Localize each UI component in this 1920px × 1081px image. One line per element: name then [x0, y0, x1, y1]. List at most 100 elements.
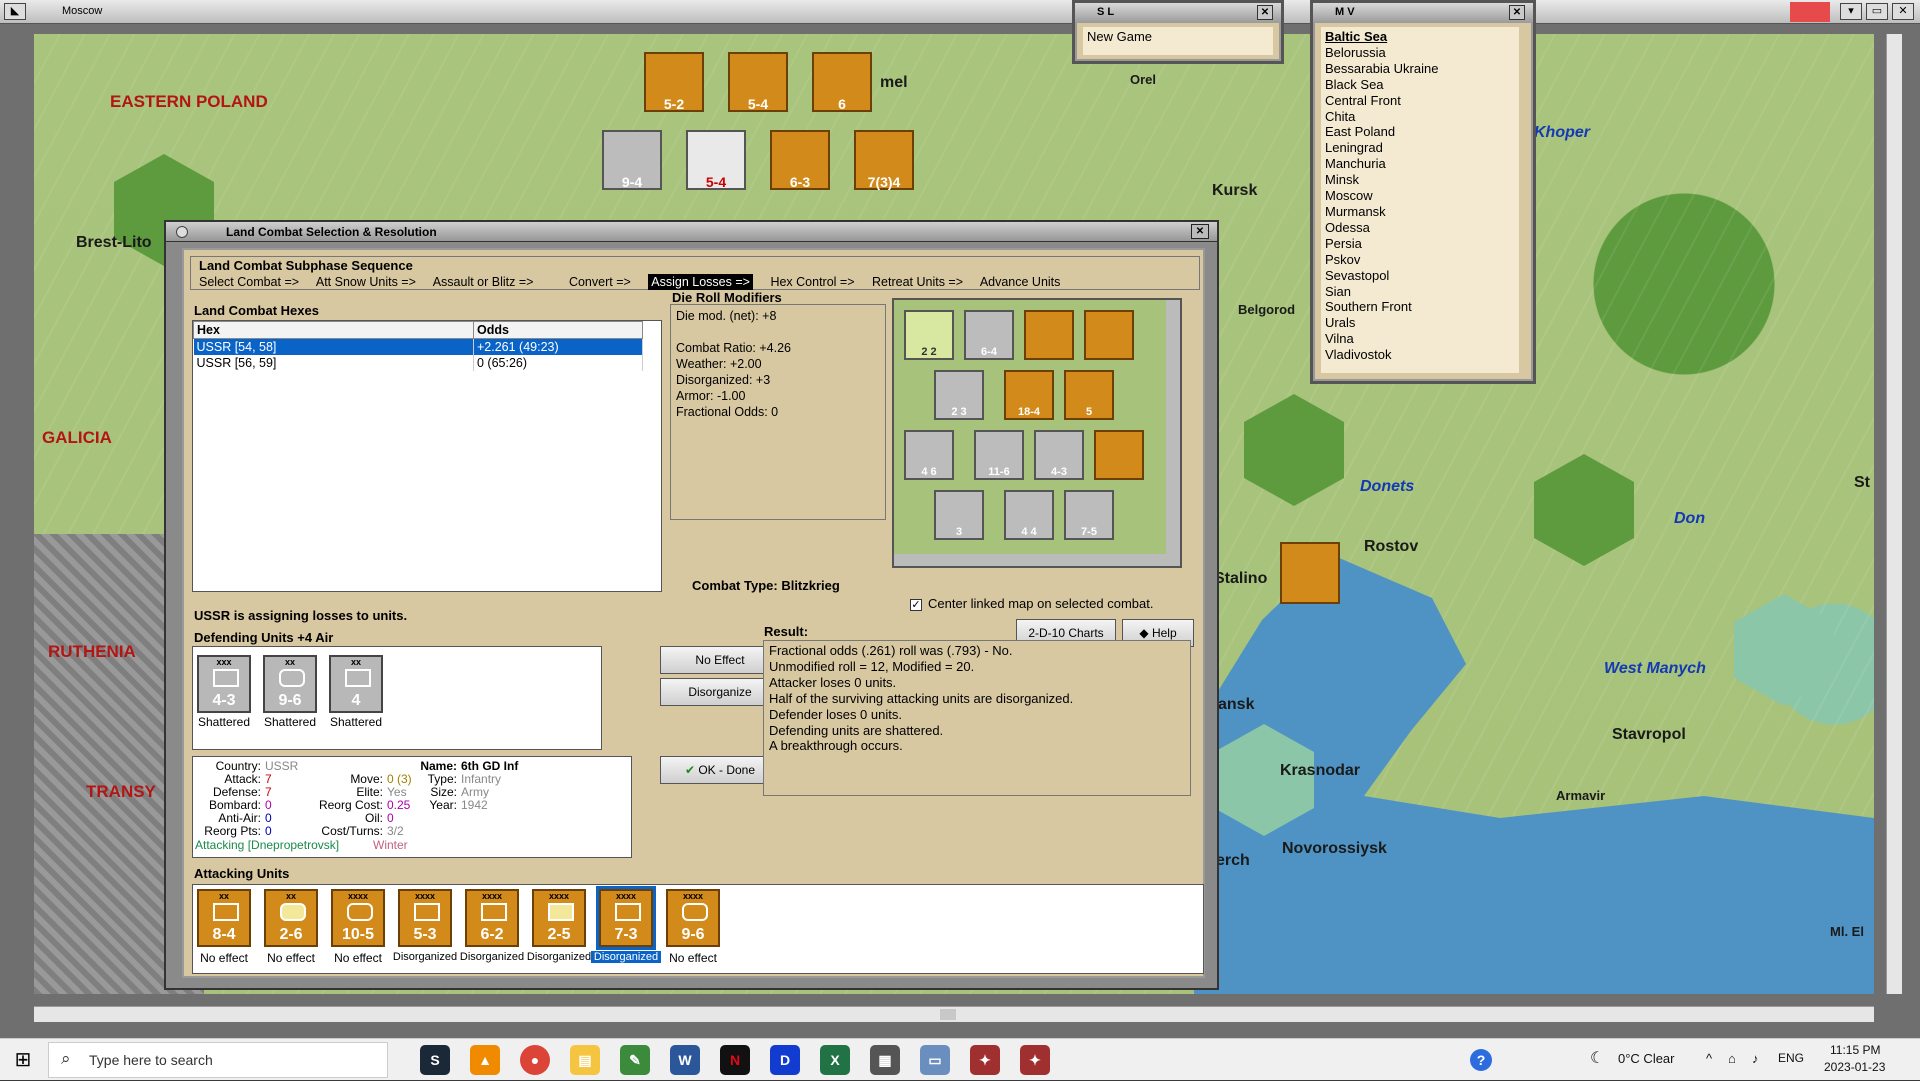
- vlc-icon[interactable]: ▲: [470, 1045, 500, 1075]
- minimap-unit[interactable]: 3: [934, 490, 984, 540]
- list-item[interactable]: Manchuria: [1325, 156, 1515, 172]
- minimap-vertical-scrollbar[interactable]: [1166, 300, 1180, 566]
- defender-unit[interactable]: xx 4: [329, 655, 383, 713]
- attacker-unit[interactable]: xxxx 9-6: [666, 889, 720, 947]
- list-item[interactable]: Moscow: [1325, 188, 1515, 204]
- minimap-unit[interactable]: [1024, 310, 1074, 360]
- chrome-icon[interactable]: ●: [520, 1045, 550, 1075]
- close-icon[interactable]: ✕: [1257, 5, 1273, 20]
- list-item[interactable]: Persia: [1325, 236, 1515, 252]
- table-row[interactable]: USSR [54, 58] +2.261 (49:23): [193, 338, 643, 355]
- word-icon[interactable]: W: [670, 1045, 700, 1075]
- disney-icon[interactable]: D: [770, 1045, 800, 1075]
- system-menu-icon[interactable]: ◣: [4, 3, 26, 20]
- table-row[interactable]: USSR [56, 59] 0 (65:26): [193, 355, 643, 371]
- attacker-unit-selected[interactable]: xxxx 7-3: [596, 886, 656, 950]
- center-linked-map-checkbox[interactable]: ✓: [910, 599, 922, 611]
- volume-icon[interactable]: ♪: [1752, 1051, 1759, 1066]
- window-app-icon[interactable]: ▭: [920, 1045, 950, 1075]
- sl-item-new-game[interactable]: New Game: [1087, 29, 1269, 44]
- col-hex[interactable]: Hex: [193, 321, 474, 339]
- attacker-unit[interactable]: xxxx 6-2: [465, 889, 519, 947]
- excel-icon[interactable]: X: [820, 1045, 850, 1075]
- restore-icon[interactable]: ▭: [1866, 3, 1888, 20]
- horizontal-scrollbar[interactable]: [34, 1006, 1874, 1022]
- list-item[interactable]: Leningrad: [1325, 140, 1515, 156]
- list-item[interactable]: Vladivostok: [1325, 347, 1515, 363]
- dialog-menu-icon[interactable]: [176, 226, 188, 238]
- col-odds[interactable]: Odds: [473, 321, 643, 339]
- minimap-unit[interactable]: 4-3: [1034, 430, 1084, 480]
- minimap-unit[interactable]: 6-4: [964, 310, 1014, 360]
- netflix-icon[interactable]: N: [720, 1045, 750, 1075]
- list-item[interactable]: Bessarabia Ukraine: [1325, 61, 1515, 77]
- file-explorer-icon[interactable]: ▤: [570, 1045, 600, 1075]
- attacker-unit[interactable]: xxxx 10-5: [331, 889, 385, 947]
- linked-minimap[interactable]: 2 2 6-4 2 3 18-4 5 4 6 11-6 4-3 3 4 4 7-…: [892, 298, 1182, 568]
- disorganize-button[interactable]: Disorganize: [660, 678, 780, 706]
- list-item[interactable]: Baltic Sea: [1325, 29, 1515, 45]
- map-unit-counter[interactable]: 9-4: [602, 130, 662, 190]
- defender-unit[interactable]: xxx 4-3: [197, 655, 251, 713]
- language-indicator[interactable]: ENG: [1778, 1051, 1804, 1065]
- minimap-unit[interactable]: [1094, 430, 1144, 480]
- list-item[interactable]: Murmansk: [1325, 204, 1515, 220]
- attacker-unit[interactable]: xx 8-4: [197, 889, 251, 947]
- minimize-icon[interactable]: ▾: [1840, 3, 1862, 20]
- list-item[interactable]: Pskov: [1325, 252, 1515, 268]
- vertical-scrollbar[interactable]: [1886, 34, 1902, 994]
- help-tray-icon[interactable]: ?: [1470, 1049, 1492, 1071]
- map-unit-counter[interactable]: 7(3)4: [854, 130, 914, 190]
- close-icon[interactable]: ✕: [1509, 5, 1525, 20]
- list-item[interactable]: Sian: [1325, 284, 1515, 300]
- list-item[interactable]: Chita: [1325, 109, 1515, 125]
- map-unit-counter[interactable]: 5-4: [686, 130, 746, 190]
- minimap-unit[interactable]: 18-4: [1004, 370, 1054, 420]
- map-unit-counter[interactable]: 5-4: [728, 52, 788, 112]
- close-icon[interactable]: ✕: [1892, 3, 1914, 20]
- list-item[interactable]: Central Front: [1325, 93, 1515, 109]
- chevron-up-icon[interactable]: ^: [1706, 1051, 1712, 1066]
- map-unit-counter[interactable]: 6-3: [770, 130, 830, 190]
- minimap-unit[interactable]: [1084, 310, 1134, 360]
- minimap-unit[interactable]: 4 4: [1004, 490, 1054, 540]
- no-effect-button[interactable]: No Effect: [660, 646, 780, 674]
- clock-time[interactable]: 11:15 PM: [1830, 1043, 1880, 1057]
- list-item[interactable]: Black Sea: [1325, 77, 1515, 93]
- network-icon[interactable]: ⌂: [1728, 1051, 1736, 1066]
- list-item[interactable]: Belorussia: [1325, 45, 1515, 61]
- attacker-unit[interactable]: xxxx 5-3: [398, 889, 452, 947]
- game-icon[interactable]: ✦: [970, 1045, 1000, 1075]
- minimap-unit[interactable]: 11-6: [974, 430, 1024, 480]
- list-item[interactable]: Vilna: [1325, 331, 1515, 347]
- list-item[interactable]: Minsk: [1325, 172, 1515, 188]
- list-item[interactable]: Urals: [1325, 315, 1515, 331]
- minimap-unit[interactable]: 5: [1064, 370, 1114, 420]
- list-item[interactable]: Sevastopol: [1325, 268, 1515, 284]
- minimap-unit[interactable]: 2 3: [934, 370, 984, 420]
- notepad-icon[interactable]: ✎: [620, 1045, 650, 1075]
- list-item[interactable]: Southern Front: [1325, 299, 1515, 315]
- list-item[interactable]: Odessa: [1325, 220, 1515, 236]
- minimap-unit[interactable]: 4 6: [904, 430, 954, 480]
- close-icon[interactable]: ✕: [1191, 224, 1209, 239]
- minimap-unit[interactable]: 2 2: [904, 310, 954, 360]
- taskbar-search[interactable]: ⌕ Type here to search: [48, 1042, 388, 1078]
- steam-icon[interactable]: S: [420, 1045, 450, 1075]
- ok-done-button[interactable]: ✔ OK - Done: [660, 756, 780, 784]
- windows-start-icon[interactable]: ⊞: [0, 1039, 46, 1081]
- attacker-unit[interactable]: xxxx 2-5: [532, 889, 586, 947]
- minimap-horizontal-scrollbar[interactable]: [894, 554, 1180, 566]
- minimap-unit[interactable]: 7-5: [1064, 490, 1114, 540]
- defender-unit[interactable]: xx 9-6: [263, 655, 317, 713]
- map-unit-counter[interactable]: 6: [812, 52, 872, 112]
- list-item[interactable]: East Poland: [1325, 124, 1515, 140]
- clock-date[interactable]: 2023-01-23: [1824, 1060, 1885, 1074]
- weather-text[interactable]: 0°C Clear: [1618, 1051, 1675, 1066]
- map-unit-counter[interactable]: 5-2: [644, 52, 704, 112]
- calculator-icon[interactable]: ▦: [870, 1045, 900, 1075]
- game-icon[interactable]: ✦: [1020, 1045, 1050, 1075]
- air-unit-counter[interactable]: [1280, 542, 1340, 604]
- attacker-unit[interactable]: xx 2-6: [264, 889, 318, 947]
- scroll-thumb[interactable]: [940, 1009, 956, 1020]
